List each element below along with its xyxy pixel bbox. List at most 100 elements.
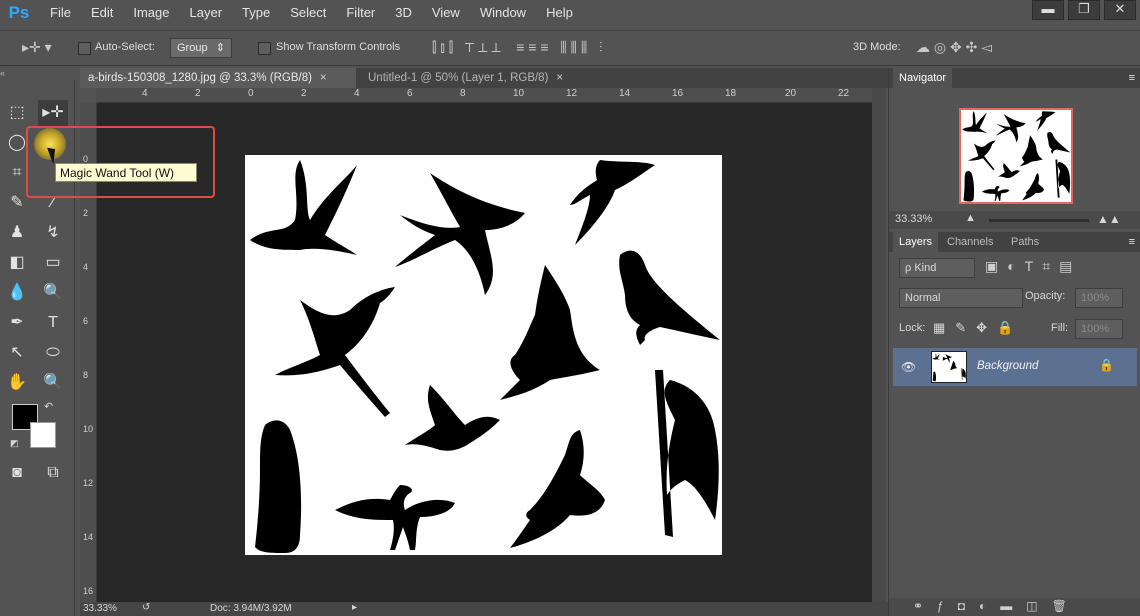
status-menu-arrow-icon[interactable]: ▸ bbox=[352, 602, 357, 613]
show-transform-checkbox[interactable] bbox=[258, 42, 271, 55]
menu-edit[interactable]: Edit bbox=[81, 0, 123, 26]
vertical-scrollbar[interactable] bbox=[872, 88, 886, 602]
zoom-slider[interactable] bbox=[989, 219, 1089, 222]
ruler-tick-label: 6 bbox=[407, 88, 413, 99]
ruler-tick-label: 8 bbox=[460, 88, 466, 99]
minimize-button[interactable]: ▬ bbox=[1032, 0, 1064, 20]
close-button[interactable]: ✕ bbox=[1104, 0, 1136, 20]
ruler-tick-label: 0 bbox=[248, 88, 254, 99]
opacity-input[interactable]: 100% bbox=[1075, 288, 1123, 308]
tab-birds-document[interactable]: a-birds-150308_1280.jpg @ 33.3% (RGB/8) × bbox=[80, 68, 356, 88]
menu-layer[interactable]: Layer bbox=[180, 0, 233, 26]
gradient-tool-icon[interactable]: ▭ bbox=[38, 250, 68, 276]
type-tool-icon[interactable]: T bbox=[38, 310, 68, 336]
tab-paths[interactable]: Paths bbox=[1005, 232, 1045, 252]
status-zoom[interactable]: 33.33% bbox=[83, 603, 117, 614]
menu-view[interactable]: View bbox=[422, 0, 470, 26]
menu-help[interactable]: Help bbox=[536, 0, 583, 26]
panel-menu-icon[interactable]: ≡ bbox=[1129, 68, 1135, 88]
options-bar: ▸✛ ▾ Auto-Select: Group ⇕ Show Transform… bbox=[0, 30, 1140, 66]
restore-button[interactable]: ❐ bbox=[1068, 0, 1100, 20]
tab-layers[interactable]: Layers bbox=[893, 232, 939, 252]
marquee-tool-icon[interactable]: ⬚ bbox=[2, 100, 32, 126]
quick-mask-icon[interactable]: ◙ bbox=[2, 460, 32, 486]
blend-mode-dropdown[interactable]: Normal bbox=[899, 288, 1023, 308]
tab-navigator[interactable]: Navigator bbox=[893, 68, 953, 88]
zoom-in-icon[interactable]: ▲▲ bbox=[1097, 212, 1121, 226]
menu-3d[interactable]: 3D bbox=[385, 0, 422, 26]
fill-input[interactable]: 100% bbox=[1075, 319, 1123, 339]
tab-channels[interactable]: Channels bbox=[941, 232, 999, 252]
status-options-icon[interactable]: ↺ bbox=[142, 602, 150, 613]
path-selection-icon[interactable]: ↖ bbox=[2, 340, 32, 366]
status-doc-size: Doc: 3.94M/3.92M bbox=[210, 603, 292, 614]
menu-select[interactable]: Select bbox=[280, 0, 336, 26]
ruler-tick-label: 6 bbox=[83, 316, 89, 326]
blur-tool-icon[interactable]: 💧 bbox=[2, 280, 32, 306]
ruler-tick-label: 16 bbox=[83, 586, 94, 596]
ruler-tick-label: 14 bbox=[619, 88, 631, 99]
panel-menu-icon[interactable]: ≡ bbox=[1129, 232, 1135, 252]
menu-window[interactable]: Window bbox=[470, 0, 536, 26]
3d-mode-label: 3D Mode: bbox=[853, 41, 901, 53]
lock-label: Lock: bbox=[899, 322, 926, 334]
tool-tooltip: Magic Wand Tool (W) bbox=[55, 163, 197, 182]
dropdown-arrow-icon: ⇕ bbox=[215, 42, 225, 54]
kind-label: ρ Kind bbox=[905, 262, 937, 274]
layer-thumbnail-preview bbox=[932, 353, 966, 382]
menu-bar: Ps File Edit Image Layer Type Select Fil… bbox=[0, 0, 1140, 26]
layer-lock-icon[interactable]: 🔒 bbox=[1099, 358, 1114, 372]
move-tool-icon[interactable]: ▸✛ bbox=[38, 100, 68, 126]
dodge-tool-icon[interactable]: 🔍 bbox=[38, 280, 68, 306]
stamp-tool-icon[interactable]: ♟ bbox=[2, 220, 32, 246]
menu-file[interactable]: File bbox=[40, 0, 81, 26]
background-color-swatch[interactable] bbox=[30, 422, 56, 448]
eraser-tool-icon[interactable]: ◧ bbox=[2, 250, 32, 276]
auto-select-dropdown[interactable]: Group ⇕ bbox=[170, 38, 232, 58]
pen-tool-icon[interactable]: ✒ bbox=[2, 310, 32, 336]
screen-mode-icon[interactable]: ⧉ bbox=[38, 460, 68, 486]
3d-mode-icons[interactable]: ☁ ◎ ✥ ✣ ◅ bbox=[916, 39, 992, 56]
horizontal-ruler: 4 2 0 2 4 6 8 10 12 14 16 18 20 22 bbox=[96, 88, 872, 103]
tab-label: a-birds-150308_1280.jpg @ 33.3% (RGB/8) bbox=[88, 72, 312, 84]
ruler-tick-label: 12 bbox=[83, 478, 94, 488]
ruler-tick-label: 22 bbox=[838, 88, 850, 99]
status-bar: 33.33% ↺ Doc: 3.94M/3.92M ▸ bbox=[80, 602, 888, 616]
ruler-tick-label: 4 bbox=[354, 88, 360, 99]
layer-row-background[interactable]: 👁 Background 🔒 bbox=[893, 348, 1137, 386]
layers-footer-icons[interactable]: ⚭ƒ◘◐▬◫🗑 bbox=[913, 599, 1081, 613]
tab-close-icon[interactable]: × bbox=[320, 72, 327, 84]
show-transform-label: Show Transform Controls bbox=[276, 41, 401, 53]
swap-colors-icon[interactable]: ↶ bbox=[44, 400, 53, 413]
document-tabs: a-birds-150308_1280.jpg @ 33.3% (RGB/8) ×… bbox=[80, 68, 890, 88]
right-panel-dock: Navigator ≡ 33.33% ▲ ▲▲ Layers Channels … bbox=[888, 68, 1140, 616]
menu-filter[interactable]: Filter bbox=[336, 0, 385, 26]
ruler-tick-label: 14 bbox=[83, 532, 94, 542]
align-icons[interactable]: ⫿ ⫾ ⫿ ⊤ ⊥ ⊥ ≡ ≡ ≡ ⫼ ⫼ ⫼ ⫶ bbox=[432, 39, 602, 56]
zoom-tool-icon[interactable]: 🔍 bbox=[38, 370, 68, 396]
collapse-panels-icon[interactable]: « bbox=[0, 68, 78, 78]
layers-panel-header: Layers Channels Paths ≡ bbox=[889, 232, 1140, 252]
ellipse-tool-icon[interactable]: ⬭ bbox=[38, 340, 68, 366]
navigator-zoom-bar: 33.33% ▲ ▲▲ bbox=[889, 211, 1140, 229]
hand-tool-icon[interactable]: ✋ bbox=[2, 370, 32, 396]
navigator-zoom-value[interactable]: 33.33% bbox=[895, 213, 932, 225]
zoom-out-icon[interactable]: ▲ bbox=[965, 212, 976, 224]
menu-type[interactable]: Type bbox=[232, 0, 280, 26]
ruler-tick-label: 16 bbox=[672, 88, 684, 99]
navigator-thumbnail[interactable] bbox=[959, 108, 1073, 204]
document-canvas[interactable] bbox=[245, 155, 722, 555]
tab-untitled-document[interactable]: Untitled-1 @ 50% (Layer 1, RGB/8) × bbox=[360, 68, 601, 88]
layer-name[interactable]: Background bbox=[977, 360, 1038, 372]
menu-image[interactable]: Image bbox=[123, 0, 179, 26]
default-colors-icon[interactable]: ◩ bbox=[10, 438, 19, 449]
ruler-tick-label: 8 bbox=[83, 370, 89, 380]
lock-icons[interactable]: ▦✎✥🔒 bbox=[933, 320, 1023, 336]
layer-filter-icons[interactable]: ▣◐T⌗▤ bbox=[985, 258, 1081, 275]
history-brush-icon[interactable]: ↯ bbox=[38, 220, 68, 246]
layer-filter-kind[interactable]: ρ Kind bbox=[899, 258, 975, 278]
visibility-eye-icon[interactable]: 👁 bbox=[901, 360, 916, 374]
tab-close-icon[interactable]: × bbox=[556, 72, 563, 84]
auto-select-checkbox[interactable] bbox=[78, 42, 91, 55]
move-tool-preset-icon[interactable]: ▸✛ ▾ bbox=[22, 39, 52, 56]
